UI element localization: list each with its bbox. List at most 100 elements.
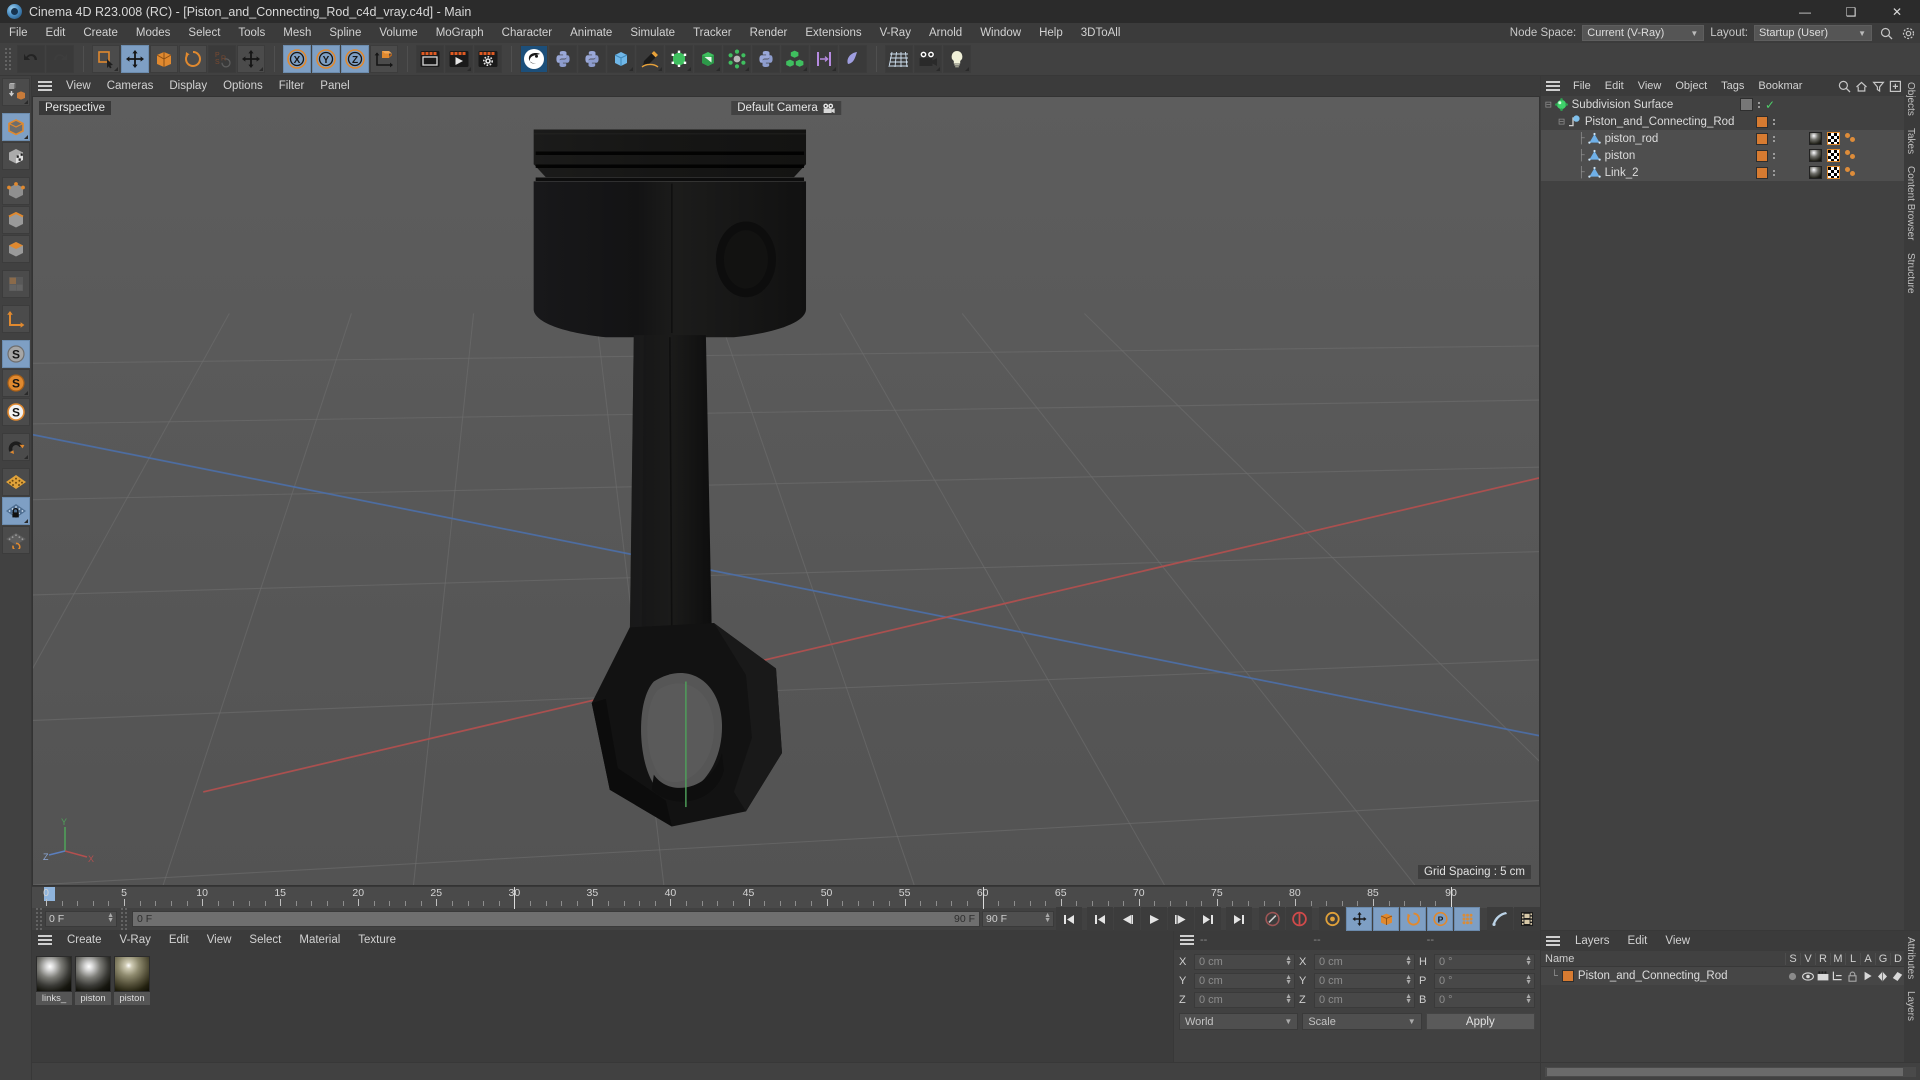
material-tag-icon[interactable] (1809, 166, 1822, 179)
visibility-dots[interactable] (1773, 169, 1775, 176)
layer-menu-edit[interactable]: Edit (1619, 931, 1657, 951)
position-y-field[interactable]: 0 cm ▲ ▼ (1194, 973, 1295, 989)
autokeying-button[interactable] (1286, 907, 1312, 931)
side-tab-layers[interactable]: Layers (1904, 985, 1917, 1027)
key-scale-button[interactable] (1373, 907, 1399, 931)
object-row[interactable]: ⊟ Subdivision Surface ✓ (1541, 96, 1920, 113)
material-tag-icon[interactable] (1809, 149, 1822, 162)
material-menu-v-ray[interactable]: V-Ray (111, 930, 160, 950)
object-menu-view[interactable]: View (1631, 76, 1669, 96)
object-row[interactable]: ⊟ Piston_and_Connecting_Rod (1541, 113, 1920, 130)
spinner-icon[interactable]: ▲ ▼ (1285, 974, 1292, 986)
move-axis-tool[interactable] (237, 45, 265, 73)
material-list[interactable]: links_ piston piston (32, 950, 1173, 1062)
go-to-start-button[interactable] (1056, 907, 1082, 931)
step-forward-button[interactable] (1168, 907, 1194, 931)
layer-solo-toggle[interactable] (1785, 972, 1800, 981)
enable-snap-button[interactable]: S (1, 369, 30, 397)
side-tab-attributes[interactable]: Attributes (1904, 931, 1917, 985)
menu-simulate[interactable]: Simulate (621, 23, 684, 43)
size-y-field[interactable]: 0 cm ▲ ▼ (1314, 973, 1415, 989)
search-icon[interactable] (1878, 25, 1894, 41)
om-home-icon[interactable] (1855, 80, 1868, 93)
world-object-coordinates-button[interactable] (370, 45, 398, 73)
points-mode-button[interactable] (1, 177, 30, 205)
tree-indent-icon[interactable]: ├ (1545, 150, 1585, 162)
layer-lock-toggle[interactable] (1845, 971, 1860, 982)
material-menu-create[interactable]: Create (58, 930, 111, 950)
undo-button[interactable] (17, 45, 45, 73)
menu-select[interactable]: Select (179, 23, 229, 43)
spinner-icon[interactable]: ▲ ▼ (1525, 993, 1532, 1005)
go-to-previous-key-button[interactable] (1087, 907, 1113, 931)
menu-mograph[interactable]: MoGraph (427, 23, 493, 43)
settings-gear-icon[interactable] (1900, 25, 1916, 41)
light-object-button[interactable] (943, 45, 971, 73)
visibility-dots[interactable] (1773, 152, 1775, 159)
render-view-button[interactable] (416, 45, 444, 73)
viewport-menu-panel[interactable]: Panel (312, 76, 357, 96)
edges-mode-button[interactable] (1, 206, 30, 234)
render-settings-button[interactable] (474, 45, 502, 73)
pen-spline-button[interactable] (636, 45, 664, 73)
object-manager-menu-icon[interactable] (1544, 79, 1562, 93)
layer-color-swatch[interactable] (1756, 115, 1768, 128)
menu-animate[interactable]: Animate (561, 23, 621, 43)
layer-manager-menu-icon[interactable] (1544, 934, 1562, 948)
layer-visible-toggle[interactable] (1800, 971, 1815, 981)
menu-help[interactable]: Help (1030, 23, 1072, 43)
layer-color-swatch[interactable] (1561, 970, 1574, 982)
menu-mesh[interactable]: Mesh (274, 23, 320, 43)
deformer-button[interactable] (694, 45, 722, 73)
uv-tag-icon[interactable] (1827, 149, 1840, 162)
spinner-icon[interactable]: ▲ ▼ (1285, 955, 1292, 967)
vray-render-button[interactable] (520, 45, 548, 73)
coordinate-system-select[interactable]: World ▼ (1179, 1013, 1299, 1030)
phong-tag-icon[interactable] (1845, 149, 1858, 162)
menu-volume[interactable]: Volume (370, 23, 426, 43)
menu-window[interactable]: Window (971, 23, 1030, 43)
model-mode-button[interactable] (1, 113, 30, 141)
film-strip-button[interactable] (1514, 907, 1540, 931)
spinner-icon[interactable]: ▲ ▼ (1405, 993, 1412, 1005)
material-item[interactable]: piston (114, 956, 150, 1005)
menu-3dtoall[interactable]: 3DToAll (1072, 23, 1130, 43)
z-axis-lock-button[interactable]: Z (341, 45, 369, 73)
tree-indent-icon[interactable]: ├ (1545, 133, 1585, 145)
visibility-dot-top[interactable] (1739, 98, 1753, 111)
live-selection-tool[interactable] (92, 45, 120, 73)
layer-menu-view[interactable]: View (1656, 931, 1699, 951)
spinner-icon[interactable]: ▲ ▼ (107, 912, 114, 924)
layer-color-swatch[interactable] (1756, 149, 1768, 162)
minimize-button[interactable]: — (1782, 0, 1828, 23)
menu-create[interactable]: Create (74, 23, 127, 43)
position-z-field[interactable]: 0 cm ▲ ▼ (1194, 992, 1295, 1008)
side-tab-takes[interactable]: Takes (1904, 122, 1917, 160)
nurbs-generator-button[interactable] (665, 45, 693, 73)
viewport-menu-view[interactable]: View (58, 76, 99, 96)
align-to-button[interactable] (810, 45, 838, 73)
side-tab-objects[interactable]: Objects (1904, 76, 1917, 122)
snap-settings-button[interactable]: S (1, 398, 30, 426)
magnet-tool-button[interactable] (1, 433, 30, 461)
close-button[interactable]: ✕ (1874, 0, 1920, 23)
align-workplane-button[interactable] (1, 526, 30, 554)
python-effector-button[interactable] (752, 45, 780, 73)
tree-indent-icon[interactable]: ⊟ (1545, 98, 1552, 112)
object-menu-object[interactable]: Object (1668, 76, 1714, 96)
end-frame-field[interactable]: 90 F ▲ ▼ (982, 911, 1054, 927)
workplane-button[interactable] (1, 468, 30, 496)
floor-grid-button[interactable] (885, 45, 913, 73)
maximize-button[interactable]: ❑ (1828, 0, 1874, 23)
viewport-menu-icon[interactable] (36, 79, 54, 93)
tree-indent-icon[interactable]: ├ (1545, 167, 1585, 179)
spinner-icon[interactable]: ▲ ▼ (1405, 974, 1412, 986)
menu-tracker[interactable]: Tracker (684, 23, 741, 43)
spinner-icon[interactable]: ▲ ▼ (1044, 912, 1051, 924)
record-active-objects-button[interactable] (1259, 907, 1285, 931)
layout-select[interactable]: Startup (User) ▼ (1754, 25, 1872, 41)
horizontal-scrollbar[interactable] (1545, 1066, 1916, 1077)
uv-tag-icon[interactable] (1827, 132, 1840, 145)
rotate-tool[interactable] (179, 45, 207, 73)
apply-button[interactable]: Apply (1425, 1013, 1535, 1030)
